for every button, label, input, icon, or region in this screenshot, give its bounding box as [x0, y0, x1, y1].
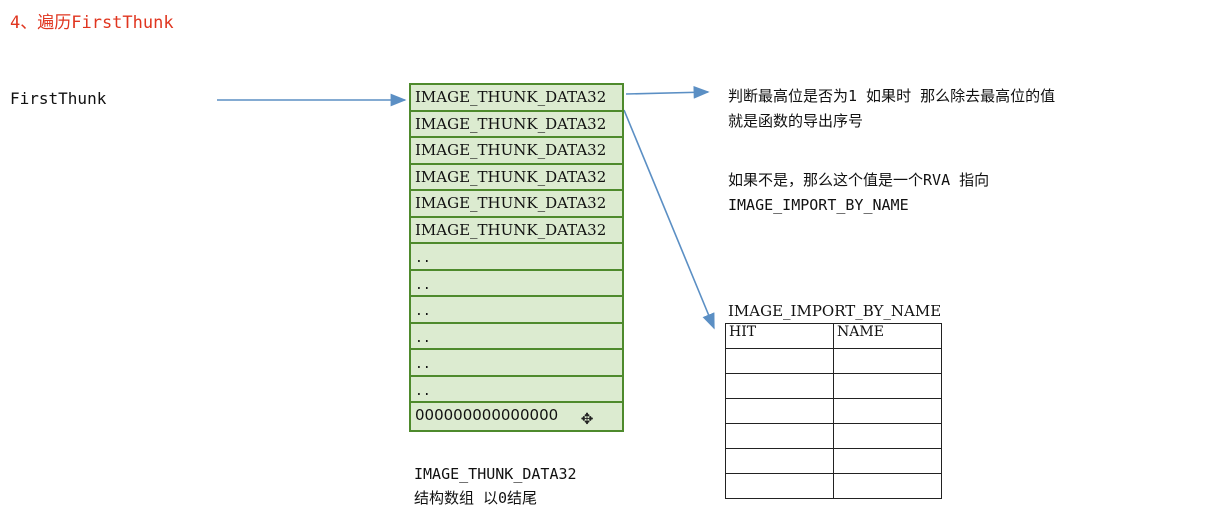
thunk-entry: IMAGE_THUNK_DATA32	[411, 218, 622, 244]
note-line-1: 判断最高位是否为1 如果时 那么除去最高位的值	[728, 87, 1056, 105]
table-cell	[833, 373, 942, 399]
table-cell	[833, 473, 942, 499]
thunk-ellipsis-row: ..	[411, 271, 622, 297]
table-cell	[833, 348, 942, 374]
note-line-4: IMAGE_IMPORT_BY_NAME	[728, 196, 909, 214]
table-row	[725, 373, 942, 399]
table-row	[725, 423, 942, 449]
import-by-name-table: HIT NAME	[725, 323, 942, 499]
thunk-ellipsis-row: ..	[411, 377, 622, 403]
thunk-data-array: IMAGE_THUNK_DATA32 IMAGE_THUNK_DATA32 IMAG…	[409, 83, 624, 432]
explanation-note: 判断最高位是否为1 如果时 那么除去最高位的值 就是函数的导出序号 如果不是，那…	[728, 84, 1055, 218]
table-cell	[833, 423, 942, 449]
column-header-name: NAME	[833, 323, 942, 349]
column-header-hit: HIT	[725, 323, 834, 349]
thunk-ellipsis-row: ..	[411, 324, 622, 350]
arrow-entry-to-import-by-name	[623, 109, 715, 330]
table-row	[725, 348, 942, 374]
table-cell	[833, 448, 942, 474]
table-row	[725, 448, 942, 474]
caption-line-1: IMAGE_THUNK_DATA32	[414, 465, 577, 483]
thunk-ellipsis-row: ..	[411, 350, 622, 377]
table-header-row: HIT NAME	[725, 323, 942, 349]
thunk-entry: IMAGE_THUNK_DATA32	[411, 85, 622, 112]
table-cell	[833, 398, 942, 424]
table-cell	[725, 373, 834, 399]
move-cursor-icon: ✥	[581, 405, 594, 429]
thunk-entry: IMAGE_THUNK_DATA32	[411, 191, 622, 218]
table-row	[725, 473, 942, 499]
caption-line-2: 结构数组 以0结尾	[414, 489, 538, 507]
note-line-3: 如果不是，那么这个值是一个RVA 指向	[728, 171, 990, 189]
table-cell	[725, 473, 834, 499]
arrow-entry-to-note	[625, 85, 710, 99]
note-line-2: 就是函数的导出序号	[728, 112, 864, 130]
thunk-entry: IMAGE_THUNK_DATA32	[411, 138, 622, 165]
table-cell	[725, 398, 834, 424]
thunk-ellipsis-row: ..	[411, 297, 622, 324]
table-row	[725, 398, 942, 424]
table-cell	[725, 348, 834, 374]
thunk-entry: IMAGE_THUNK_DATA32	[411, 112, 622, 138]
thunk-entry: IMAGE_THUNK_DATA32	[411, 165, 622, 191]
table-cell	[725, 423, 834, 449]
array-caption: IMAGE_THUNK_DATA32 结构数组 以0结尾	[414, 462, 577, 510]
table-cell	[725, 448, 834, 474]
import-by-name-title: IMAGE_IMPORT_BY_NAME	[728, 302, 942, 320]
thunk-ellipsis-row: ..	[411, 244, 622, 271]
